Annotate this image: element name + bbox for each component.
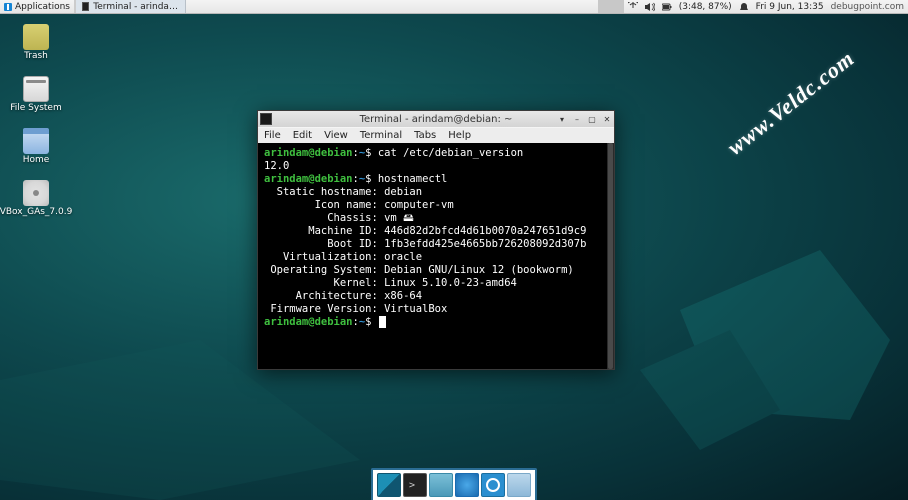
desktop-icon-trash[interactable]: Trash — [10, 24, 62, 62]
desktop-icon-filesystem[interactable]: File System — [10, 76, 62, 114]
terminal-scrollbar[interactable] — [606, 143, 614, 369]
menu-tabs[interactable]: Tabs — [408, 130, 442, 141]
xfce-logo-icon — [4, 3, 12, 11]
drive-icon — [23, 76, 49, 102]
terminal-menubar: File Edit View Terminal Tabs Help — [258, 127, 614, 143]
watermark: www.Veldc.com — [722, 45, 859, 160]
terminal-icon — [82, 2, 89, 11]
menu-view[interactable]: View — [318, 130, 354, 141]
applications-menu[interactable]: Applications — [0, 0, 75, 13]
window-shade-button[interactable]: ▾ — [557, 114, 567, 124]
battery-text: (3:48, 87%) — [679, 2, 732, 12]
terminal-body[interactable]: arindam@debian:~$ cat /etc/debian_versio… — [258, 143, 614, 369]
battery-icon[interactable] — [662, 2, 672, 12]
dock — [371, 468, 537, 500]
dock-app-finder[interactable] — [481, 473, 505, 497]
trash-icon — [23, 24, 49, 50]
window-maximize-button[interactable]: ▢ — [587, 114, 597, 124]
volume-icon[interactable] — [645, 2, 655, 12]
desktop-icon-home[interactable]: Home — [10, 128, 62, 166]
system-tray: (3:48, 87%) Fri 9 Jun, 13:35 debugpoint.… — [624, 0, 908, 13]
terminal-output: arindam@debian:~$ cat /etc/debian_versio… — [264, 147, 608, 329]
clock[interactable]: Fri 9 Jun, 13:35 — [756, 2, 824, 12]
terminal-icon — [260, 113, 272, 125]
dock-web-browser[interactable] — [455, 473, 479, 497]
menu-file[interactable]: File — [258, 130, 287, 141]
desktop-icons: Trash File System Home VBox_GAs_7.0.9 — [10, 24, 62, 218]
dock-directory[interactable] — [507, 473, 531, 497]
desktop-icon-vbox[interactable]: VBox_GAs_7.0.9 — [10, 180, 62, 218]
menu-edit[interactable]: Edit — [287, 130, 318, 141]
network-icon[interactable] — [628, 2, 638, 12]
terminal-window: Terminal - arindam@debian: ~ ▾ – ▢ ✕ Fil… — [257, 110, 615, 370]
menu-terminal[interactable]: Terminal — [354, 130, 408, 141]
window-titlebar[interactable]: Terminal - arindam@debian: ~ ▾ – ▢ ✕ — [258, 111, 614, 127]
dock-show-desktop[interactable] — [377, 473, 401, 497]
top-panel: Applications Terminal - arindam@de... (3… — [0, 0, 908, 14]
brand-text: debugpoint.com — [831, 2, 904, 12]
notification-icon[interactable] — [739, 2, 749, 12]
dock-terminal[interactable] — [403, 473, 427, 497]
window-close-button[interactable]: ✕ — [602, 114, 612, 124]
window-minimize-button[interactable]: – — [572, 114, 582, 124]
disc-icon — [23, 180, 49, 206]
task-label: Terminal - arindam@de... — [93, 2, 179, 12]
menu-help[interactable]: Help — [442, 130, 477, 141]
folder-home-icon — [23, 128, 49, 154]
panel-separator — [598, 0, 624, 13]
taskbar-item-terminal[interactable]: Terminal - arindam@de... — [76, 0, 186, 13]
applications-label: Applications — [15, 2, 70, 12]
dock-file-manager[interactable] — [429, 473, 453, 497]
